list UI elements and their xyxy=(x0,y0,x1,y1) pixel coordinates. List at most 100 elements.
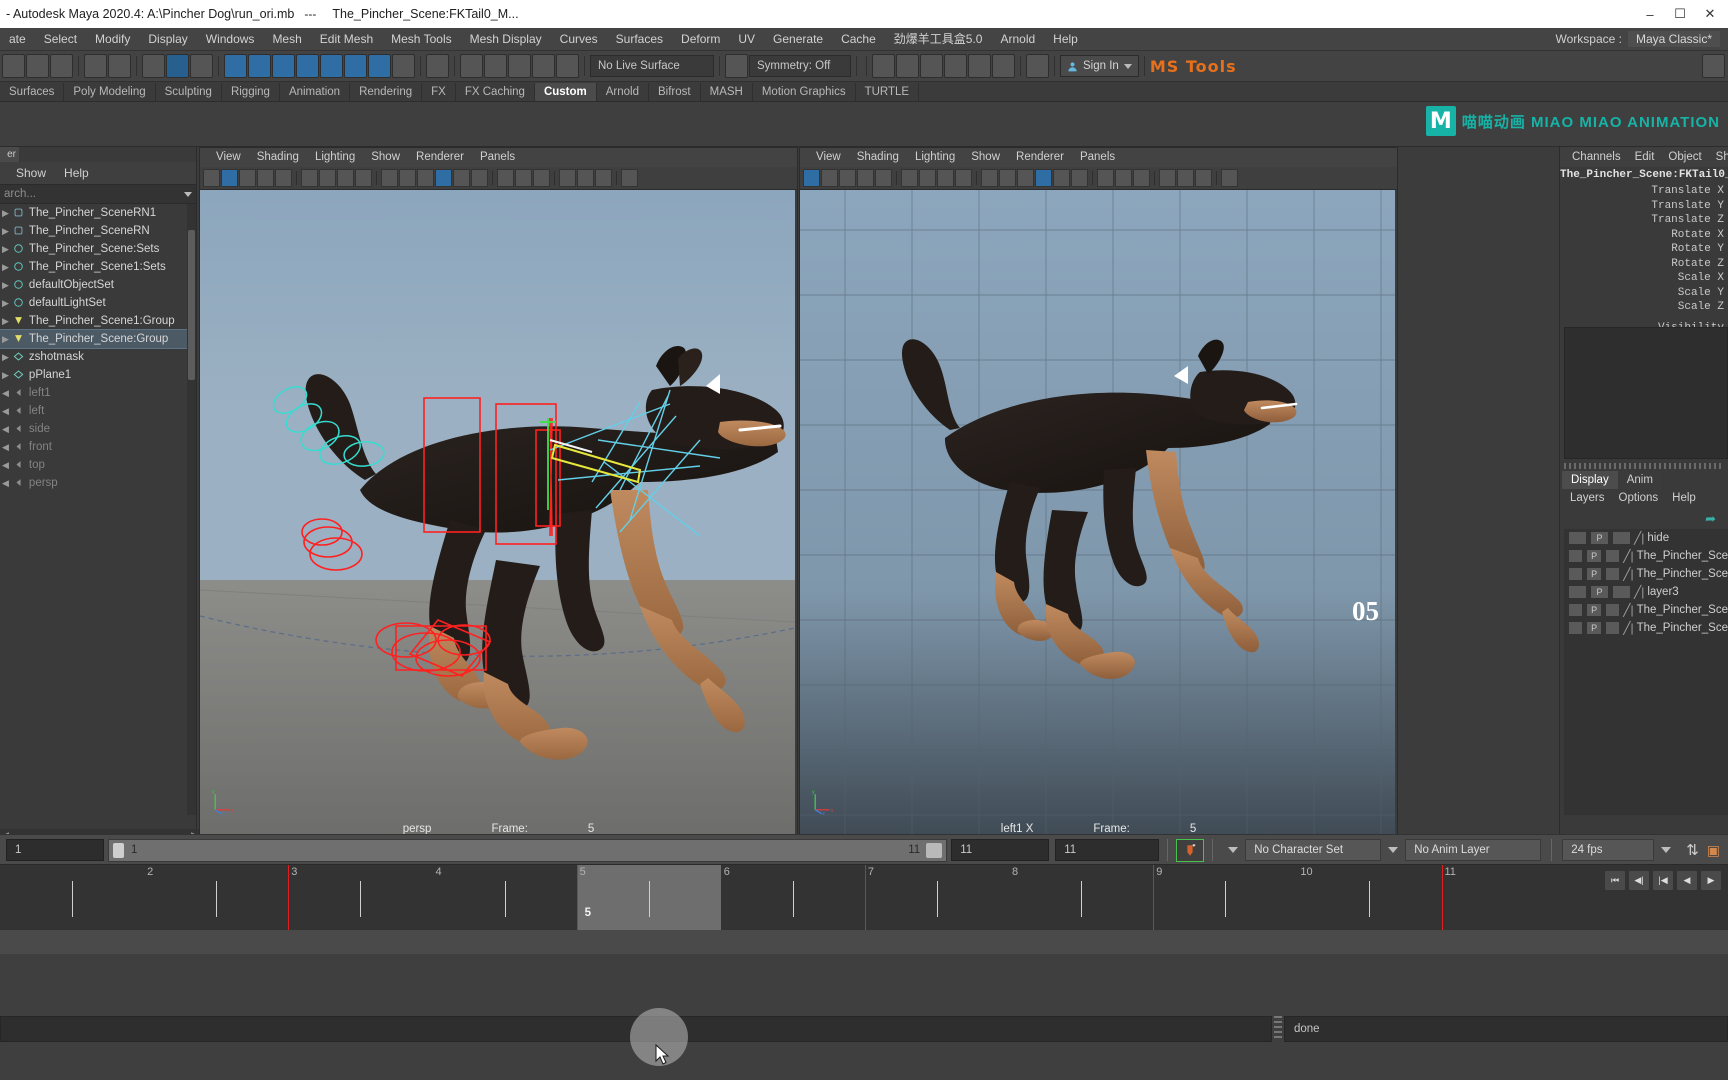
highlight-selection-icon[interactable] xyxy=(426,54,449,78)
select-by-object-icon[interactable] xyxy=(166,54,189,78)
layer-type-toggle[interactable] xyxy=(1604,549,1621,563)
channel-box-attribute-list[interactable]: Translate X Translate Y Translate Z Rotate … xyxy=(1560,184,1728,335)
aa-icon[interactable] xyxy=(533,169,550,187)
viewport-persp-canvas[interactable]: y x z persp Frame: 5 xyxy=(200,190,797,837)
expand-arrow-icon[interactable]: ▶ xyxy=(2,280,9,291)
select-by-component-icon[interactable] xyxy=(190,54,213,78)
smooth-shade-icon[interactable] xyxy=(999,169,1016,187)
symmetry-field[interactable]: Symmetry: Off xyxy=(749,55,851,77)
outliner-item-5[interactable]: ◀ left1 xyxy=(0,384,196,402)
lighting-toggle-icon[interactable] xyxy=(453,169,470,187)
channel-box-menu-channels[interactable]: Channels xyxy=(1566,147,1627,167)
outliner-tab[interactable]: er xyxy=(0,147,19,162)
expand-arrow-icon[interactable]: ▶ xyxy=(2,316,9,327)
render-sequence-icon[interactable] xyxy=(992,54,1015,78)
symmetry-toggle-icon[interactable] xyxy=(725,54,748,78)
time-slider[interactable]: 2 3 4 5 6 7 8 9 10 11 5 7 ⏮ ◀| |◀ ◀ ▶ xyxy=(0,864,1728,931)
menu-item-surfaces[interactable]: Surfaces xyxy=(607,28,672,50)
outliner-search-field[interactable]: arch... xyxy=(0,184,196,204)
layer-visibility-toggle[interactable] xyxy=(1568,621,1584,635)
menu-item-mesh-tools[interactable]: Mesh Tools xyxy=(382,28,460,50)
vp-persp-menu-shading[interactable]: Shading xyxy=(249,148,307,167)
layer-type-toggle[interactable] xyxy=(1604,603,1621,617)
layer-playback-toggle[interactable]: P xyxy=(1586,567,1602,581)
range-slider[interactable]: 1 11 xyxy=(108,838,948,862)
two-pane-icon[interactable] xyxy=(875,169,892,187)
shelf-tab-rendering[interactable]: Rendering xyxy=(350,83,423,101)
layer-visibility-toggle[interactable] xyxy=(1568,549,1584,563)
channel-attr-scale-z[interactable]: Scale Z xyxy=(1560,300,1728,315)
layer-color-swatch[interactable]: ╱| xyxy=(1623,621,1633,635)
layer-color-swatch[interactable]: ╱| xyxy=(1634,531,1644,545)
motion-blur-icon[interactable] xyxy=(515,169,532,187)
image-plane-icon[interactable] xyxy=(257,169,274,187)
shelf-tab-bifrost[interactable]: Bifrost xyxy=(649,83,701,101)
outliner-item-9[interactable]: ▶ The_Pincher_Scene1:Group xyxy=(0,312,196,330)
viewport-left1-canvas[interactable]: 05 y x z left1 X Frame: 5 xyxy=(800,190,1397,837)
aa-icon[interactable] xyxy=(1133,169,1150,187)
loop-playback-icon[interactable]: ⇅ xyxy=(1678,841,1707,859)
wireframe-icon[interactable] xyxy=(981,169,998,187)
shelf-tab-turtle[interactable]: TURTLE xyxy=(855,83,920,101)
motion-blur-icon[interactable] xyxy=(1115,169,1132,187)
shelf-tab-fx-caching[interactable]: FX Caching xyxy=(455,83,535,101)
layer-color-swatch[interactable]: ╱| xyxy=(1623,567,1633,581)
layer-type-toggle[interactable] xyxy=(1612,585,1631,599)
range-start-field[interactable]: 1 xyxy=(6,839,104,861)
outliner-item-8[interactable]: ▶ The_Pincher_Scene:Group xyxy=(0,329,196,349)
channel-box-menu-edit[interactable]: Edit xyxy=(1629,147,1661,167)
textured-icon[interactable] xyxy=(1035,169,1052,187)
select-camera-icon[interactable] xyxy=(803,169,820,187)
layer-menu-layers[interactable]: Layers xyxy=(1566,492,1609,504)
lighting-toggle-icon[interactable] xyxy=(1053,169,1070,187)
isolate-select-icon[interactable] xyxy=(1195,169,1212,187)
viewport-persp[interactable]: View Shading Lighting Show Renderer Pane… xyxy=(199,147,798,839)
expand-arrow-icon[interactable]: ▶ xyxy=(2,244,9,255)
channel-attr-rotate-x[interactable]: Rotate X xyxy=(1560,228,1728,243)
render-current-frame-icon[interactable] xyxy=(872,54,895,78)
menu-item-generate[interactable]: Generate xyxy=(764,28,832,50)
outliner-item-6[interactable]: ▶ pPlane1 xyxy=(0,366,196,384)
step-back-key-button[interactable]: ◀| xyxy=(1628,869,1650,891)
snap-projected-icon[interactable] xyxy=(532,54,555,78)
undo-icon[interactable] xyxy=(84,54,107,78)
expand-arrow-icon[interactable]: ◀ xyxy=(2,388,9,399)
menu-item-modify[interactable]: Modify xyxy=(86,28,139,50)
bookmark-icon[interactable] xyxy=(839,169,856,187)
fps-chevron-icon[interactable] xyxy=(1661,847,1672,853)
menu-item-mesh-display[interactable]: Mesh Display xyxy=(461,28,551,50)
shelf-tab-poly-modeling[interactable]: Poly Modeling xyxy=(64,83,156,101)
hypershade-icon[interactable] xyxy=(944,54,967,78)
range-slider-right-grip[interactable] xyxy=(926,842,943,858)
menu-item-select[interactable]: Select xyxy=(35,28,86,50)
isolate-select-icon[interactable] xyxy=(595,169,612,187)
layer-menu-help[interactable]: Help xyxy=(1668,492,1700,504)
open-scene-icon[interactable] xyxy=(26,54,49,78)
select-camera-icon[interactable] xyxy=(203,169,220,187)
command-line-resize-handle[interactable] xyxy=(1274,1016,1282,1040)
display-layer-row-2[interactable]: P ╱| The_Pincher_Sce xyxy=(1564,565,1728,583)
menu-item-help[interactable]: Help xyxy=(1044,28,1087,50)
camera-attributes-icon[interactable] xyxy=(221,169,238,187)
outliner-item-0[interactable]: ◀ persp xyxy=(0,474,196,492)
outliner-item-4[interactable]: ◀ left xyxy=(0,402,196,420)
chevron-down-icon[interactable] xyxy=(1123,63,1132,69)
mask-deformers-icon[interactable] xyxy=(320,54,343,78)
viewport-left1[interactable]: View Shading Lighting Show Renderer Pane… xyxy=(799,147,1398,839)
lock-selection-icon[interactable] xyxy=(392,54,415,78)
pause-render-icon[interactable] xyxy=(1026,54,1049,78)
gate-mask-icon[interactable] xyxy=(955,169,972,187)
expand-arrow-icon[interactable]: ▶ xyxy=(2,208,9,219)
panel-resize-handle[interactable] xyxy=(1564,463,1724,469)
ipr-render-icon[interactable] xyxy=(896,54,919,78)
go-to-start-button[interactable]: ⏮ xyxy=(1604,869,1626,891)
layer-visibility-toggle[interactable] xyxy=(1568,567,1584,581)
channel-box-menu-object[interactable]: Object xyxy=(1662,147,1707,167)
vp-left1-menu-renderer[interactable]: Renderer xyxy=(1008,148,1072,167)
close-button[interactable]: ✕ xyxy=(1696,1,1724,27)
workspace-value[interactable]: Maya Classic* xyxy=(1627,31,1720,47)
film-gate-icon[interactable] xyxy=(919,169,936,187)
layer-visibility-toggle[interactable] xyxy=(1568,531,1587,545)
ao-icon[interactable] xyxy=(1097,169,1114,187)
render-settings-icon[interactable] xyxy=(920,54,943,78)
